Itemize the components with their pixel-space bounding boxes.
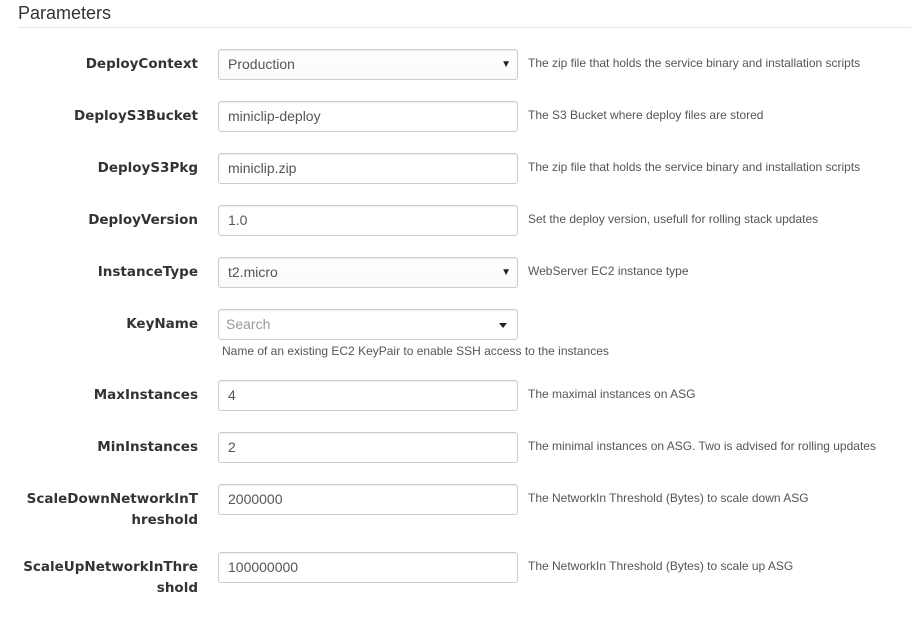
param-help: WebServer EC2 instance type xyxy=(528,264,689,278)
deploycontext-select[interactable]: Production ▼ xyxy=(218,49,518,80)
param-label: DeployS3Pkg xyxy=(97,160,198,176)
param-label: MinInstances xyxy=(97,439,198,455)
param-help: The zip file that holds the service bina… xyxy=(528,160,861,174)
selected-value: Production xyxy=(228,56,295,72)
param-label: DeployS3Bucket xyxy=(74,108,198,124)
param-row-maxinstances: MaxInstances 4 The maximal instances on … xyxy=(0,380,911,411)
param-row-mininstances: MinInstances 2 The minimal instances on … xyxy=(0,432,911,463)
param-label: ScaleUpNetworkInThreshold xyxy=(23,559,198,596)
dropdown-arrow-icon: ▼ xyxy=(501,267,511,278)
param-help: Name of an existing EC2 KeyPair to enabl… xyxy=(222,344,609,358)
param-help: Set the deploy version, usefull for roll… xyxy=(528,212,819,226)
section-title: Parameters xyxy=(18,3,112,23)
param-help: The NetworkIn Threshold (Bytes) to scale… xyxy=(528,559,794,573)
maxinstances-input[interactable]: 4 xyxy=(218,380,518,411)
param-help: The NetworkIn Threshold (Bytes) to scale… xyxy=(528,491,809,505)
param-help: The minimal instances on ASG. Two is adv… xyxy=(528,439,876,453)
dropdown-arrow-icon: ▼ xyxy=(501,59,511,70)
param-row-scaleup: ScaleUpNetworkInThreshold 100000000 The … xyxy=(0,552,911,599)
param-label: InstanceType xyxy=(97,264,198,280)
instancetype-select[interactable]: t2.micro ▼ xyxy=(218,257,518,288)
param-row-instancetype: InstanceType t2.micro ▼ WebServer EC2 ins… xyxy=(0,257,911,288)
param-help: The zip file that holds the service bina… xyxy=(528,56,861,70)
param-help: The S3 Bucket where deploy files are sto… xyxy=(528,108,764,122)
keyname-search-select[interactable]: Search xyxy=(218,309,518,340)
param-label: KeyName xyxy=(126,316,198,332)
deploys3pkg-input[interactable]: miniclip.zip xyxy=(218,153,518,184)
param-row-deploycontext: DeployContext Production ▼ The zip file t… xyxy=(0,49,911,80)
param-row-deploys3pkg: DeployS3Pkg miniclip.zip The zip file th… xyxy=(0,153,911,184)
param-row-scaledown: ScaleDownNetworkInThreshold 2000000 The … xyxy=(0,484,911,531)
search-placeholder: Search xyxy=(226,316,271,332)
param-label: DeployVersion xyxy=(88,212,198,228)
param-row-keyname: KeyName Search Name of an existing EC2 K… xyxy=(0,309,911,359)
selected-value: t2.micro xyxy=(228,264,278,280)
scaleup-threshold-input[interactable]: 100000000 xyxy=(218,552,518,583)
divider xyxy=(18,27,911,28)
param-row-deploys3bucket: DeployS3Bucket miniclip-deploy The S3 Bu… xyxy=(0,101,911,132)
mininstances-input[interactable]: 2 xyxy=(218,432,518,463)
parameters-form: DeployContext Production ▼ The zip file t… xyxy=(0,49,911,620)
param-row-deployversion: DeployVersion 1.0 Set the deploy version… xyxy=(0,205,911,236)
param-label: ScaleDownNetworkInThreshold xyxy=(26,491,198,528)
param-label: MaxInstances xyxy=(93,387,198,403)
caret-down-icon xyxy=(499,323,507,328)
param-label: DeployContext xyxy=(85,56,198,72)
deployversion-input[interactable]: 1.0 xyxy=(218,205,518,236)
deploys3bucket-input[interactable]: miniclip-deploy xyxy=(218,101,518,132)
scaledown-threshold-input[interactable]: 2000000 xyxy=(218,484,518,515)
param-help: The maximal instances on ASG xyxy=(528,387,696,401)
